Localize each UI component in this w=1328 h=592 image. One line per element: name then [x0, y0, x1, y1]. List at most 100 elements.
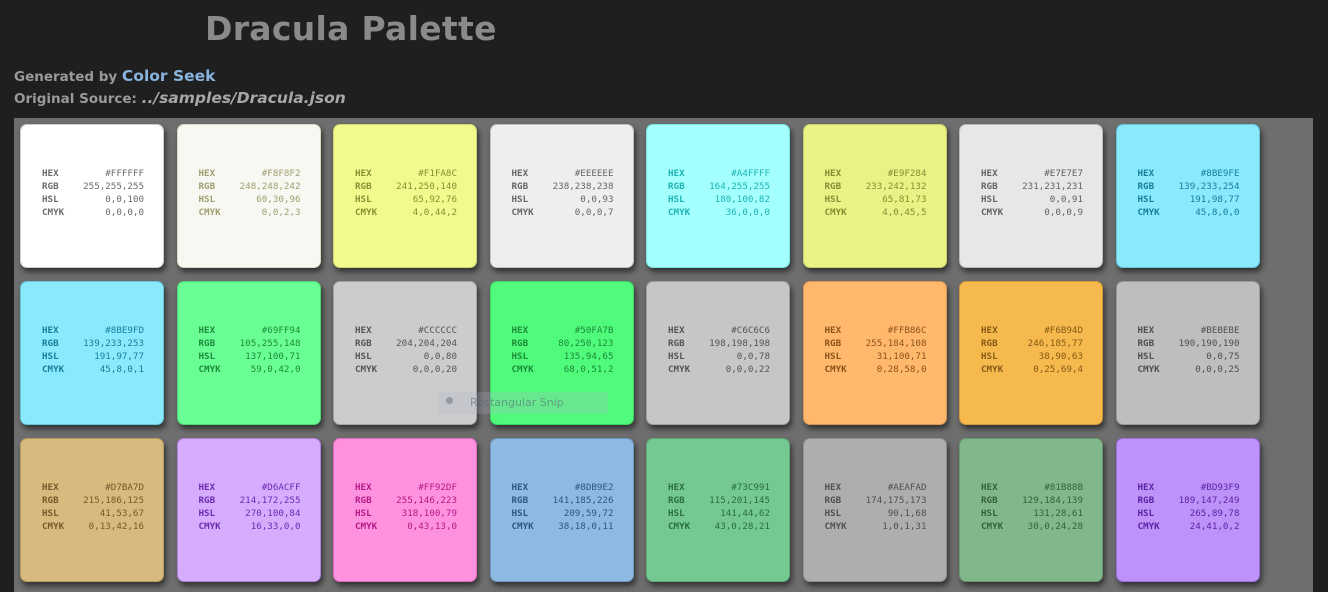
- swatch-hex-row: HEX #AEAFAD: [825, 481, 927, 494]
- swatch-rgb-row: RGB 238,238,238: [512, 180, 614, 193]
- cmyk-label: CMYK: [1137, 364, 1160, 375]
- color-swatch[interactable]: HEX #81B88B RGB 129,184,139 HSL 131,28,61 CMYK…: [959, 438, 1103, 582]
- hsl-value: 191,97,77: [94, 351, 144, 362]
- swatch-hex-row: HEX #F6B94D: [981, 324, 1083, 337]
- hex-value: #FFB86C: [887, 325, 927, 336]
- swatch-hex-row: HEX #81B88B: [981, 481, 1083, 494]
- rectangular-snip-overlay: Rectangular Snip: [438, 392, 608, 414]
- hsl-value: 0,0,91: [1049, 194, 1083, 205]
- hex-label: HEX: [668, 325, 685, 336]
- hsl-value: 60,30,96: [256, 194, 301, 205]
- cmyk-value: 0,43,13,0: [407, 521, 457, 532]
- swatch-hsl-row: HSL 270,100,84: [199, 507, 301, 520]
- hsl-label: HSL: [355, 508, 372, 519]
- hex-value: #8DB9E2: [574, 482, 614, 493]
- original-source-line: Original Source: ../samples/Dracula.json: [14, 89, 346, 107]
- hex-value: #81B88B: [1044, 482, 1083, 493]
- color-swatch[interactable]: HEX #D7BA7D RGB 215,186,125 HSL 41,53,67 CMYK 0…: [20, 438, 164, 582]
- hsl-value: 141,44,62: [720, 508, 770, 519]
- color-swatch[interactable]: HEX #FFB86C RGB 255,184,108 HSL 31,100,71 CMYK…: [802, 281, 947, 425]
- original-source-label: Original Source:: [14, 91, 137, 107]
- rgb-value: 115,201,145: [709, 495, 770, 506]
- rgb-label: RGB: [668, 338, 685, 349]
- color-swatch[interactable]: HEX #F6B94D RGB 246,185,77 HSL 38,90,63 CMYK 0,…: [959, 281, 1103, 425]
- rgb-label: RGB: [198, 495, 216, 506]
- hex-value: #A4FFFF: [731, 168, 770, 179]
- swatch-hex-row: HEX #8DB9E2: [512, 481, 614, 494]
- swatch-cmyk-row: CMYK 68,0,51,2: [512, 363, 614, 376]
- swatch-cmyk-row: CMYK 59,0,42,0: [199, 363, 301, 376]
- hsl-value: 135,94,65: [563, 351, 614, 362]
- cmyk-label: CMYK: [824, 207, 847, 218]
- cmyk-label: CMYK: [42, 207, 65, 218]
- color-swatch[interactable]: HEX #E7E7E7 RGB 231,231,231 HSL 0,0,91 CMYK 0,0…: [959, 124, 1103, 268]
- swatch-rgb-row: RGB 246,185,77: [981, 337, 1083, 350]
- color-swatch[interactable]: HEX #EEEEEE RGB 238,238,238 HSL 0,0,93 CMYK 0,0…: [489, 124, 634, 268]
- rgb-value: 233,242,132: [865, 181, 927, 192]
- cmyk-value: 0,0,0,25: [1195, 364, 1240, 375]
- cmyk-label: CMYK: [42, 521, 65, 532]
- swatch-cmyk-row: CMYK 45,8,0,0: [1138, 206, 1240, 219]
- color-swatch[interactable]: HEX #FF92DF RGB 255,146,223 HSL 318,100,79 CMY…: [333, 438, 477, 582]
- rgb-label: RGB: [1137, 338, 1155, 349]
- hex-label: HEX: [42, 168, 59, 179]
- swatch-cmyk-row: CMYK 0,0,0,0: [42, 206, 144, 219]
- color-swatch[interactable]: HEX #F8F8F2 RGB 248,248,242 HSL 60,30,96 CMYK 0…: [176, 124, 321, 268]
- color-swatch[interactable]: HEX #E9F284 RGB 233,242,132 HSL 65,81,73 CMYK 4…: [802, 124, 947, 268]
- color-swatch[interactable]: HEX #73C991 RGB 115,201,145 HSL 141,44,62 CMYK…: [646, 438, 790, 582]
- color-swatch[interactable]: HEX #8BE9FD RGB 139,233,253 HSL 191,97,77 CMYK…: [20, 281, 164, 425]
- color-swatch[interactable]: HEX #69FF94 RGB 105,255,148 HSL 137,100,71 CMY…: [176, 281, 321, 425]
- rgb-value: 204,204,204: [396, 338, 457, 349]
- hex-value: #D6ACFF: [261, 482, 301, 493]
- swatch-hsl-row: HSL 191,98,77: [1138, 193, 1240, 206]
- color-swatch[interactable]: HEX #BEBEBE RGB 190,190,190 HSL 0,0,75 CMYK 0,0…: [1115, 281, 1260, 425]
- hex-value: #50FA7B: [574, 325, 614, 336]
- color-swatch[interactable]: HEX #A4FFFF RGB 164,255,255 HSL 180,100,82 CMY…: [646, 124, 790, 268]
- swatch-info: HEX #BD93F9 RGB 189,147,249 HSL 265,89,78 CMYK…: [1138, 481, 1240, 533]
- swatch-rgb-row: RGB 164,255,255: [668, 180, 770, 193]
- rgb-label: RGB: [355, 181, 372, 192]
- swatch-hex-row: HEX #FFFFFF: [42, 167, 144, 180]
- swatch-rgb-row: RGB 198,198,198: [668, 337, 770, 350]
- hex-label: HEX: [198, 482, 216, 493]
- hsl-value: 31,100,71: [876, 351, 927, 362]
- hex-value: #AEAFAD: [887, 482, 927, 493]
- swatch-info: HEX #A4FFFF RGB 164,255,255 HSL 180,100,82 CMY…: [668, 167, 770, 219]
- cmyk-label: CMYK: [511, 364, 534, 375]
- color-swatch[interactable]: HEX #8BE9FE RGB 139,233,254 HSL 191,98,77 CMYK…: [1115, 124, 1260, 268]
- rgb-value: 214,172,255: [239, 495, 301, 506]
- swatch-hsl-row: HSL 131,28,61: [981, 507, 1083, 520]
- rgb-value: 105,255,148: [239, 338, 301, 349]
- color-swatch[interactable]: HEX #D6ACFF RGB 214,172,255 HSL 270,100,84 CMY…: [176, 438, 321, 582]
- swatch-hex-row: HEX #EEEEEE: [512, 167, 614, 180]
- rgb-value: 190,190,190: [1178, 338, 1240, 349]
- color-seek-link[interactable]: Color Seek: [122, 67, 216, 85]
- color-swatch[interactable]: HEX #C6C6C6 RGB 198,198,198 HSL 0,0,78 CMYK 0,0…: [646, 281, 790, 425]
- color-swatch[interactable]: HEX #BD93F9 RGB 189,147,249 HSL 265,89,78 CMYK…: [1115, 438, 1260, 582]
- color-swatch[interactable]: HEX #F1FA8C RGB 241,250,140 HSL 65,92,76 CMYK 4…: [333, 124, 477, 268]
- hsl-label: HSL: [42, 508, 59, 519]
- color-swatch[interactable]: HEX #AEAFAD RGB 174,175,173 HSL 90,1,68 CMYK 1,…: [802, 438, 947, 582]
- swatch-cmyk-row: CMYK 36,0,0,0: [668, 206, 770, 219]
- rgb-value: 198,198,198: [709, 338, 770, 349]
- hex-label: HEX: [824, 168, 842, 179]
- rgb-value: 255,255,255: [83, 181, 144, 192]
- color-swatch[interactable]: HEX #8DB9E2 RGB 141,185,226 HSL 209,59,72 CMYK…: [489, 438, 634, 582]
- swatch-rgb-row: RGB 139,233,254: [1138, 180, 1240, 193]
- cmyk-value: 68,0,51,2: [563, 364, 614, 375]
- swatch-hsl-row: HSL 180,100,82: [668, 193, 770, 206]
- swatch-rgb-row: RGB 255,146,223: [355, 494, 457, 507]
- cmyk-value: 45,8,0,1: [99, 364, 144, 375]
- rgb-label: RGB: [824, 181, 842, 192]
- color-swatch[interactable]: HEX #FFFFFF RGB 255,255,255 HSL 0,0,100 CMYK 0,…: [20, 124, 164, 268]
- hsl-label: HSL: [511, 351, 529, 362]
- swatch-hex-row: HEX #50FA7B: [512, 324, 614, 337]
- cmyk-label: CMYK: [981, 521, 1004, 532]
- swatch-hsl-row: HSL 265,89,78: [1138, 507, 1240, 520]
- rgb-value: 80,250,123: [558, 338, 614, 349]
- cmyk-label: CMYK: [355, 207, 378, 218]
- swatch-cmyk-row: CMYK 0,13,42,16: [42, 520, 144, 533]
- swatch-rgb-row: RGB 189,147,249: [1138, 494, 1240, 507]
- swatch-hex-row: HEX #FF92DF: [355, 481, 457, 494]
- swatch-cmyk-row: CMYK 0,25,69,4: [981, 363, 1083, 376]
